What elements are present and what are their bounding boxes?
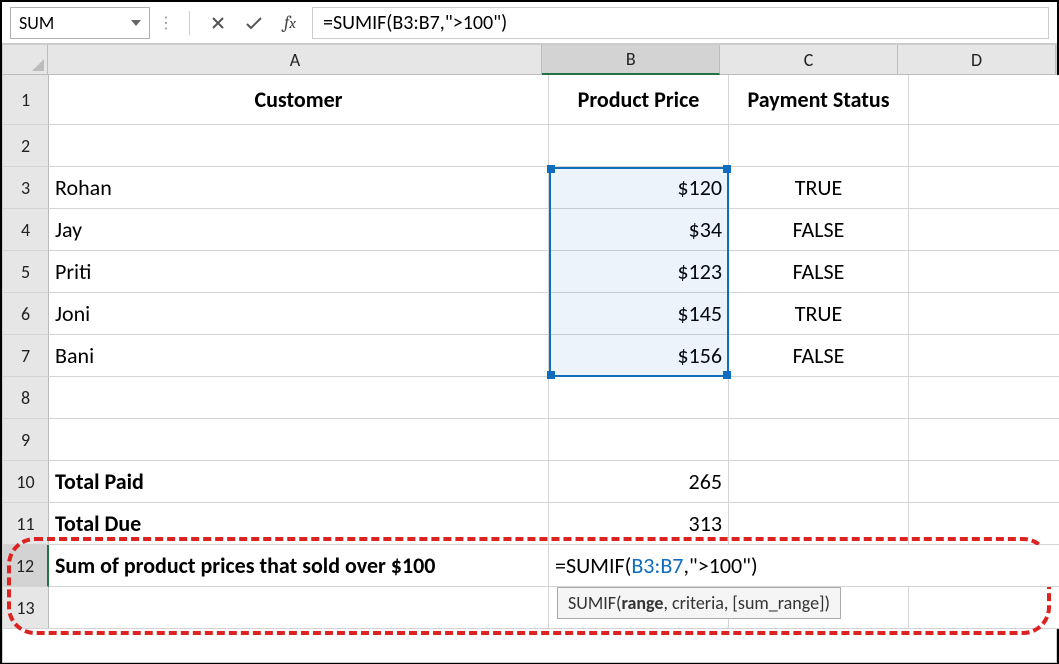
insert-function-button[interactable]: fx — [276, 9, 304, 37]
cell-d10[interactable] — [909, 461, 1059, 503]
cell-d4[interactable] — [909, 209, 1059, 251]
name-box-value: SUM — [19, 12, 54, 34]
row-head-4[interactable]: 4 — [3, 209, 49, 251]
row-head-8[interactable]: 8 — [3, 377, 49, 419]
tooltip-arg1: range — [621, 592, 663, 614]
cell-b11[interactable]: 313 — [549, 503, 729, 545]
row-head-3[interactable]: 3 — [3, 167, 49, 209]
row-headers: 1 2 3 4 5 6 7 8 9 10 11 12 13 — [3, 75, 49, 629]
cell-b10[interactable]: 265 — [549, 461, 729, 503]
separator — [189, 11, 190, 35]
cell-d1[interactable] — [909, 75, 1059, 125]
row-head-7[interactable]: 7 — [3, 335, 49, 377]
cell-b2[interactable] — [549, 125, 729, 167]
cell-c7[interactable]: FALSE — [729, 335, 909, 377]
close-icon — [210, 15, 226, 31]
cell-d8[interactable] — [909, 377, 1059, 419]
cell-a8[interactable] — [49, 377, 549, 419]
cell-b12[interactable]: =SUMIF(B3:B7,">100") — [549, 545, 1059, 587]
row-head-5[interactable]: 5 — [3, 251, 49, 293]
cell-d3[interactable] — [909, 167, 1059, 209]
expand-icon[interactable]: ⋮ — [158, 13, 175, 33]
formula-prefix: =SUMIF( — [555, 552, 631, 579]
row-head-13[interactable]: 13 — [3, 587, 49, 629]
cell-a10[interactable]: Total Paid — [49, 461, 549, 503]
cell-d9[interactable] — [909, 419, 1059, 461]
col-head-b[interactable]: B — [542, 45, 720, 75]
cancel-button[interactable] — [204, 9, 232, 37]
cell-a11[interactable]: Total Due — [49, 503, 549, 545]
row-head-11[interactable]: 11 — [3, 503, 49, 545]
cell-d11[interactable] — [909, 503, 1059, 545]
cell-c3[interactable]: TRUE — [729, 167, 909, 209]
cell-c4[interactable]: FALSE — [729, 209, 909, 251]
cell-b1[interactable]: Product Price — [549, 75, 729, 125]
formula-bar-text: =SUMIF(B3:B7,">100") — [323, 11, 507, 35]
enter-button[interactable] — [240, 9, 268, 37]
cell-a2[interactable] — [49, 125, 549, 167]
grid: Customer Product Price Payment Status Ro… — [49, 75, 1059, 629]
cell-c10[interactable] — [729, 461, 909, 503]
cell-d5[interactable] — [909, 251, 1059, 293]
row-head-10[interactable]: 10 — [3, 461, 49, 503]
formula-bar-toolbar: SUM ⋮ fx =SUMIF(B3:B7,">100") — [2, 2, 1057, 44]
row-head-6[interactable]: 6 — [3, 293, 49, 335]
cell-a9[interactable] — [49, 419, 549, 461]
formula-bar-input[interactable]: =SUMIF(B3:B7,">100") — [312, 7, 1049, 39]
cell-b9[interactable] — [549, 419, 729, 461]
name-box[interactable]: SUM — [10, 7, 150, 39]
cell-a3[interactable]: Rohan — [49, 167, 549, 209]
cell-d7[interactable] — [909, 335, 1059, 377]
cell-b5[interactable]: $123 — [549, 251, 729, 293]
tooltip-fn: SUMIF — [568, 592, 616, 614]
cell-a4[interactable]: Jay — [49, 209, 549, 251]
cell-b8[interactable] — [549, 377, 729, 419]
cell-c9[interactable] — [729, 419, 909, 461]
row-head-12[interactable]: 12 — [3, 545, 49, 587]
function-tooltip: SUMIF(range, criteria, [sum_range]) — [557, 587, 841, 619]
row-head-1[interactable]: 1 — [3, 75, 49, 125]
cell-a5[interactable]: Priti — [49, 251, 549, 293]
select-all-corner[interactable] — [3, 45, 48, 75]
cell-c6[interactable]: TRUE — [729, 293, 909, 335]
column-headers: A B C D — [3, 45, 1056, 75]
cell-c1[interactable]: Payment Status — [729, 75, 909, 125]
cell-a6[interactable]: Joni — [49, 293, 549, 335]
cell-a12[interactable]: Sum of product prices that sold over $10… — [49, 545, 549, 587]
cell-b6[interactable]: $145 — [549, 293, 729, 335]
cell-c2[interactable] — [729, 125, 909, 167]
col-head-a[interactable]: A — [48, 45, 542, 75]
cell-a1[interactable]: Customer — [49, 75, 549, 125]
cell-c8[interactable] — [729, 377, 909, 419]
row-head-2[interactable]: 2 — [3, 125, 49, 167]
cell-d13[interactable] — [909, 587, 1059, 629]
row-head-9[interactable]: 9 — [3, 419, 49, 461]
check-icon — [244, 15, 264, 31]
cell-b3[interactable]: $120 — [549, 167, 729, 209]
cell-d6[interactable] — [909, 293, 1059, 335]
formula-suffix: ,">100") — [683, 552, 757, 579]
cell-b4[interactable]: $34 — [549, 209, 729, 251]
chevron-down-icon[interactable] — [131, 20, 141, 26]
formula-range-ref: B3:B7 — [631, 552, 683, 579]
cell-d2[interactable] — [909, 125, 1059, 167]
cell-a13[interactable] — [49, 587, 549, 629]
cell-c5[interactable]: FALSE — [729, 251, 909, 293]
col-head-c[interactable]: C — [720, 45, 898, 75]
col-head-d[interactable]: D — [898, 45, 1056, 75]
spreadsheet: A B C D 1 2 3 4 5 6 7 8 9 10 11 12 13 Cu… — [2, 44, 1057, 663]
cell-b7[interactable]: $156 — [549, 335, 729, 377]
tooltip-rest: , criteria, [sum_range]) — [663, 592, 830, 614]
cell-c11[interactable] — [729, 503, 909, 545]
cell-a7[interactable]: Bani — [49, 335, 549, 377]
